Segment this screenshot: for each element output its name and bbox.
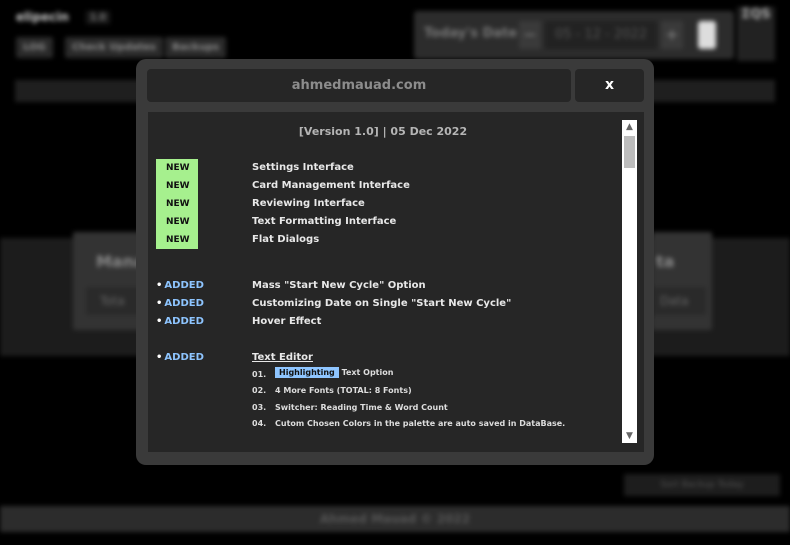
sub-item-rest: Text Option [341,368,394,377]
added-tag-label: ADDED [164,298,204,309]
added-tag-label: ADDED [164,352,204,363]
app-version: 1.0 [86,11,110,24]
added-item: Customizing Date on Single "Start New Cy… [252,298,512,309]
logo: ΣQS [737,7,775,61]
check-updates-button[interactable]: Check Updates [65,37,163,58]
new-badge: NEW [156,231,198,249]
date-increment-button[interactable]: + [661,21,683,49]
sub-item-text: Highlighting Text Option [275,367,394,378]
whats-new-dialog: ahmedmauad.com x [Version 1.0] | 05 Dec … [136,59,654,465]
bullet: • [156,298,163,309]
sub-item-number: 01. [252,370,267,379]
date-decrement-button[interactable]: − [519,21,541,49]
app-name: elipecin [16,10,69,24]
sub-item-number: 02. [252,386,267,395]
right-card-title: ta [656,252,675,271]
scroll-down-icon[interactable]: ▼ [622,429,637,443]
new-item: Text Formatting Interface [252,216,397,227]
vertical-scrollbar[interactable]: ▲ ▼ [622,120,637,443]
added-item: Hover Effect [252,316,322,327]
date-label: Today's Date [424,26,518,41]
backups-button[interactable]: Backups [165,37,227,58]
sort-backup-button[interactable]: Sort Backup Today [624,474,780,496]
bullet: • [156,280,163,291]
log-button[interactable]: LOG [16,37,53,58]
scroll-up-icon[interactable]: ▲ [622,120,637,134]
sub-item-number: 04. [252,419,267,428]
scroll-thumb[interactable] [624,136,635,168]
bullet: • [156,316,163,327]
changelog-content: [Version 1.0] | 05 Dec 2022 NEW NEW NEW … [148,112,618,452]
sub-item-number: 03. [252,403,267,412]
text-editor-heading: Text Editor [252,352,313,363]
added-tag-label: ADDED [164,280,204,291]
right-card [652,232,712,330]
sub-item-text: 4 More Fonts (TOTAL: 8 Fonts) [275,386,412,395]
changelog-panel[interactable]: [Version 1.0] | 05 Dec 2022 NEW NEW NEW … [148,112,644,452]
date-field[interactable]: 05 - 12 - 2022 [545,21,657,49]
new-badge: NEW [156,177,198,195]
added-item: Mass "Start New Cycle" Option [252,280,426,291]
added-tag: • ADDED [156,316,204,327]
new-badge: NEW [156,159,198,177]
right-card-input[interactable]: Data [652,287,706,315]
added-tag: • ADDED [156,280,204,291]
bullet: • [156,352,163,363]
logo-text: ΣQS [741,7,771,22]
added-tag: • ADDED [156,352,204,363]
added-tag-label: ADDED [164,316,204,327]
left-card [73,232,143,330]
new-item: Flat Dialogs [252,234,320,245]
sub-item-text: Cutom Chosen Colors in the palette are a… [275,419,566,428]
sub-item-text: Switcher: Reading Time & Word Count [275,403,448,412]
toggle-switch[interactable] [698,21,716,49]
close-button[interactable]: x [575,69,644,102]
new-item: Card Management Interface [252,180,410,191]
footer: Ahmed Mauad © 2022 [0,506,790,532]
added-tag: • ADDED [156,298,204,309]
dialog-title: ahmedmauad.com [147,69,571,102]
new-item: Settings Interface [252,162,354,173]
new-item: Reviewing Interface [252,198,365,209]
highlight-chip: Highlighting [275,367,339,378]
new-badge: NEW [156,213,198,231]
version-line: [Version 1.0] | 05 Dec 2022 [298,125,468,138]
new-badge: NEW [156,195,198,213]
